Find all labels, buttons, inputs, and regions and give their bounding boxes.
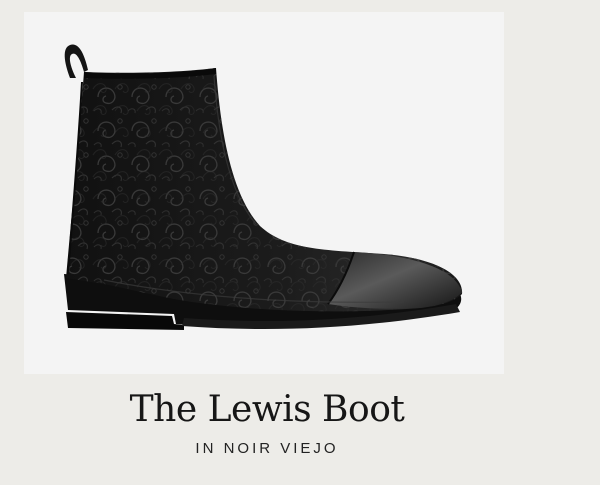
product-card[interactable]: The Lewis Boot IN NOIR VIEJO <box>0 0 600 485</box>
product-title[interactable]: The Lewis Boot <box>0 388 534 432</box>
product-image[interactable] <box>24 12 504 374</box>
product-subtitle: IN NOIR VIEJO <box>195 440 339 457</box>
boot-icon <box>64 44 463 330</box>
